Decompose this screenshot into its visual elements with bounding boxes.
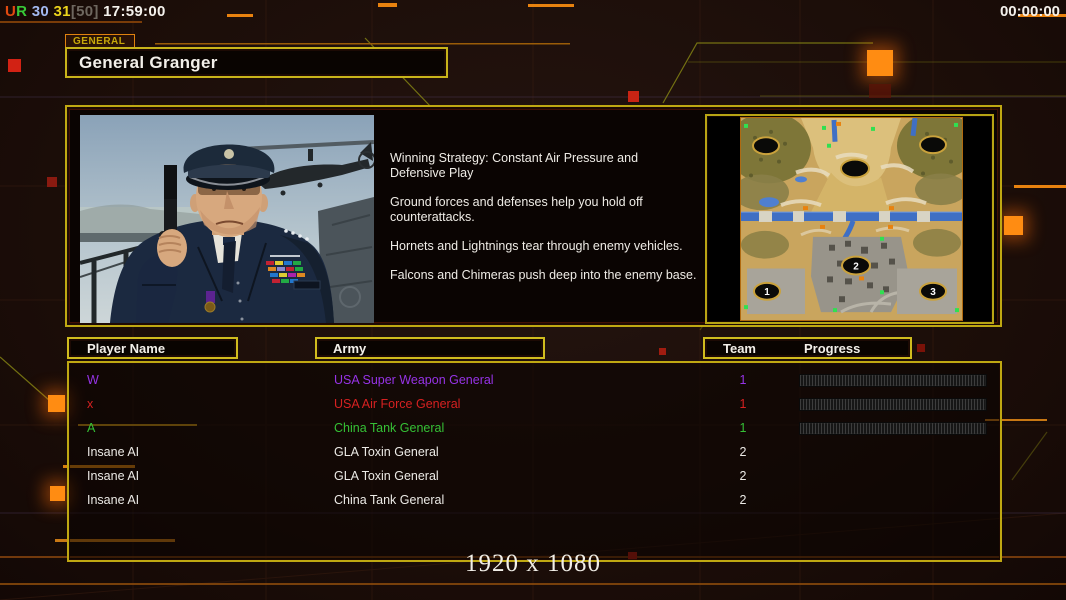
gentool-hud-stats: UR 30 31[50] 17:59:00 [5,3,166,20]
start-pos-2: 2 [853,262,859,273]
strategy-text: Winning Strategy: Constant Air Pressure … [390,151,700,297]
strategy-line: Ground forces and defenses help you hold… [390,195,700,225]
player-row: A China Tank General 1 [69,416,1000,440]
player-team: 1 [733,392,753,416]
map-preview-frame: 1 2 3 [705,114,994,324]
glow-square [48,395,65,412]
red-square [917,344,925,352]
player-name: W [87,368,99,392]
strategy-line: Winning Strategy: Constant Air Pressure … [390,151,700,181]
player-team: 2 [733,488,753,512]
loading-progress-bar [799,374,987,387]
start-pos-3: 3 [930,287,936,298]
player-army: GLA Toxin General [334,440,439,464]
player-row: Insane AI GLA Toxin General 2 [69,440,1000,464]
player-row: x USA Air Force General 1 [69,392,1000,416]
map-preview: 1 2 3 [740,117,963,321]
player-name-header-label: Player Name [87,341,165,356]
player-name: Insane AI [87,464,139,488]
glow-square [867,50,893,76]
player-army: China Tank General [334,416,444,440]
strategy-line: Falcons and Chimeras push deep into the … [390,268,700,283]
glow-square [50,486,65,501]
hud-part: 17:59:00 [99,3,166,20]
start-pos-1: 1 [764,287,770,298]
player-name: x [87,392,93,416]
hud-part: 30 [27,3,49,20]
player-list: W USA Super Weapon General 1 x USA Air F… [67,361,1002,562]
general-portrait [80,115,374,323]
column-header-team-progress: Team Progress [703,337,912,359]
column-header-army: Army [315,337,545,359]
strategy-line: Hornets and Lightnings tear through enem… [390,239,700,254]
column-header-player-name: Player Name [67,337,238,359]
team-header-label: Team [705,341,756,356]
hud-part: [50] [71,3,99,20]
player-team: 2 [733,464,753,488]
red-square [47,177,57,187]
hud-part: R [16,3,27,20]
loading-progress-bar [799,398,987,411]
general-title-box: General Granger [65,47,448,78]
player-army: USA Air Force General [334,392,460,416]
player-name: Insane AI [87,488,139,512]
player-row: Insane AI China Tank General 2 [69,488,1000,512]
glow-square [1004,216,1023,235]
player-army: China Tank General [334,488,444,512]
red-square [869,84,891,98]
resolution-text: 1920 x 1080 [0,550,1066,578]
player-row: Insane AI GLA Toxin General 2 [69,464,1000,488]
progress-header-label: Progress [756,341,860,356]
army-header-label: Army [333,341,366,356]
red-square [659,348,666,355]
general-info-panel: Winning Strategy: Constant Air Pressure … [65,105,1002,327]
player-team: 1 [733,368,753,392]
hud-part: U [5,3,16,20]
red-square [628,91,639,102]
player-name: Insane AI [87,440,139,464]
hud-part: 31 [49,3,71,20]
match-timer: 00:00:00 [1000,3,1060,20]
player-army: USA Super Weapon General [334,368,494,392]
red-square [8,59,21,72]
general-name: General Granger [79,53,218,73]
player-army: GLA Toxin General [334,464,439,488]
player-name: A [87,416,95,440]
loading-progress-bar [799,422,987,435]
player-team: 2 [733,440,753,464]
player-team: 1 [733,416,753,440]
player-row: W USA Super Weapon General 1 [69,368,1000,392]
